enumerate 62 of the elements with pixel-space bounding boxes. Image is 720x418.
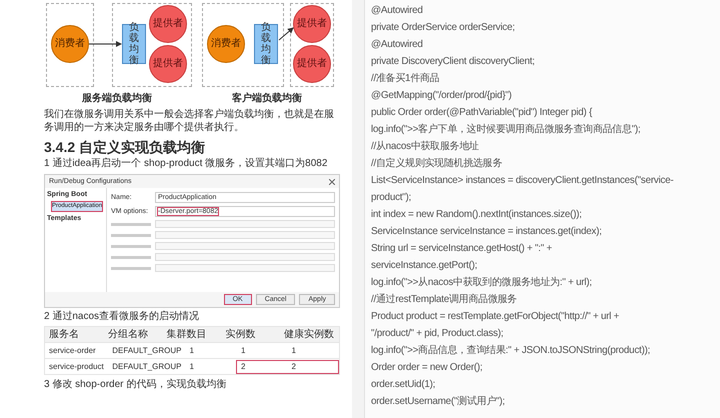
table-cell-text: service-product — [48, 360, 105, 372]
code-line: private OrderService orderService; — [371, 21, 516, 35]
provider-node: 提供者 — [293, 5, 331, 43]
column-header: 集群数目 — [166, 328, 208, 340]
code-line: String url = serviceInstance.getHost() + ":" + — [371, 242, 553, 256]
code-line: order.setUsername("测试用户"); — [371, 394, 506, 409]
intro-paragraph: 我们在微服务调用关系中一般会选择客户端负载均衡，也就是在服务调用的一方来决定服务由哪个提供者执行。 — [44, 108, 335, 134]
arrow — [278, 27, 294, 40]
code-line: serviceInstance.getPort(); — [371, 259, 478, 273]
consumer-node: 消费者 — [207, 25, 245, 63]
diagram-caption: 服务端负载均衡 — [82, 92, 152, 106]
code-line: //从nacos中获取服务地址 — [371, 140, 480, 154]
column-header: 服务名 — [48, 328, 80, 340]
settings-field[interactable] — [155, 231, 335, 239]
table-cell: 2 — [236, 360, 288, 374]
code-line: order.setUid(1); — [371, 378, 436, 392]
code-line: int index = new Random().nextInt(instances.size()); — [371, 208, 583, 222]
step-text: 1 通过idea再启动一个 shop-product 微服务，设置其端口为8082 — [44, 158, 328, 170]
table-cell-text: DEFAULT_GROUP — [111, 344, 182, 356]
code-line: log.info(">>商品信息，查询结果:" + JSON.toJSONString(product)); — [371, 344, 652, 358]
balancer-node: 负载均衡 — [122, 24, 146, 64]
provider-node: 提供者 — [293, 45, 331, 83]
table-cell-text: 1 — [290, 344, 297, 356]
consumer-node: 消费者 — [51, 25, 89, 63]
code-line: Product product = restTemplate.getForObject("http://" + url + — [371, 310, 620, 324]
table-cell-text: 1 — [188, 360, 195, 372]
code-line: //通过restTemplate调用商品微服务 — [371, 292, 518, 307]
code-line: log.info(">>客户下单，这时候要调用商品微服务查询商品信息"); — [371, 122, 642, 137]
provider-node: 提供者 — [149, 45, 187, 83]
settings-field[interactable] — [155, 220, 335, 228]
code-line: product"); — [371, 191, 412, 205]
diagram-caption: 客户端负载均衡 — [232, 91, 302, 106]
close-icon[interactable] — [329, 178, 335, 184]
table-cell-text: DEFAULT_GROUP — [111, 360, 182, 372]
column-header: 实例数 — [224, 328, 256, 340]
table-cell-text: service-order — [48, 344, 97, 356]
provider-node: 提供者 — [149, 5, 187, 43]
column-header: 健康实例数 — [283, 328, 336, 340]
step-text: 2 通过nacos查看微服务的启动情况 — [44, 311, 200, 323]
code-line: Order order = new Order(); — [371, 361, 484, 375]
arrow — [88, 41, 122, 47]
code-line: @GetMapping("/order/prod/{pid}") — [371, 89, 513, 103]
table-cell-text: 1 — [188, 344, 195, 356]
settings-field[interactable] — [155, 264, 335, 272]
code-line: log.info(">>从nacos中获取到的微服务地址为:" + url); — [371, 276, 593, 290]
code-line: @Autowired — [371, 38, 424, 52]
balancer-node: 负载均衡 — [254, 24, 278, 64]
code-line: //自定义规则实现随机挑选服务 — [371, 156, 504, 171]
settings-field[interactable] — [155, 242, 335, 250]
code-line: List<ServiceInstance> instances = discoveryClient.getInstances("service- — [371, 174, 674, 188]
table-cell-text: 1 — [240, 344, 246, 356]
step-text: 3 修改 shop-order 的代码，实现负载均衡 — [44, 379, 228, 391]
column-header: 分组名称 — [106, 328, 149, 340]
code-line: ServiceInstance serviceInstance = instances.get(index); — [371, 225, 603, 239]
table-cell: 2 — [288, 360, 340, 374]
code-line: public Order order(@PathVariable("pid") Integer pid) { — [371, 106, 594, 120]
code-line: private DiscoveryClient discoveryClient; — [371, 55, 536, 69]
code-line: //准备买1件商品 — [371, 72, 440, 86]
code-line: "/product/" + pid, Product.class); — [371, 327, 504, 341]
code-line: @Autowired — [371, 4, 424, 18]
section-heading: 3.4.2 自定义实现负载均衡 — [44, 138, 206, 156]
settings-field[interactable] — [155, 253, 335, 261]
